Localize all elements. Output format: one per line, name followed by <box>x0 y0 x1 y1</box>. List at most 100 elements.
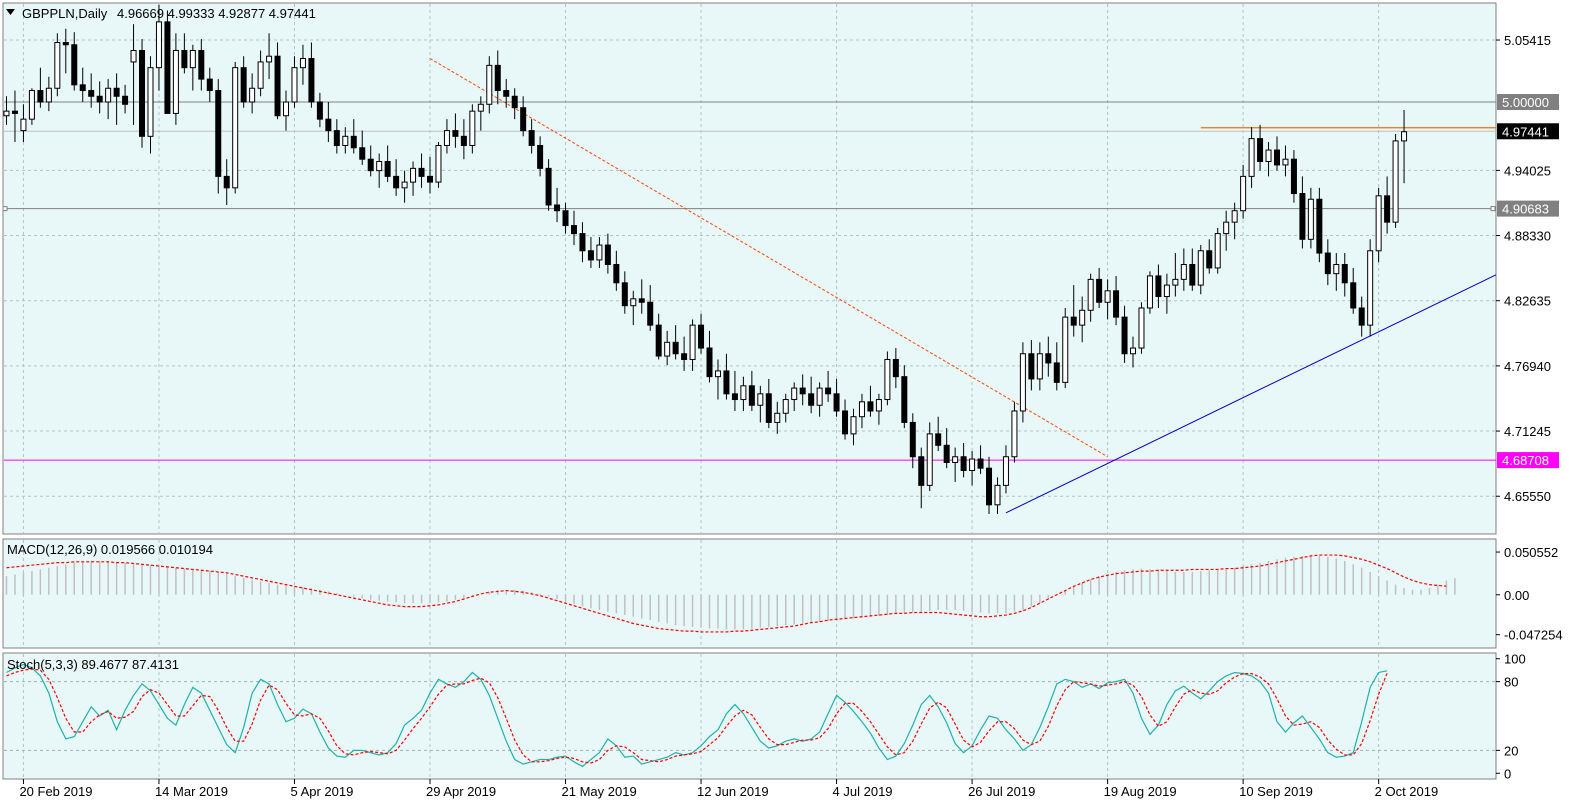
candle <box>1138 302 1145 354</box>
candle-body-bull <box>875 399 882 412</box>
candle-body-bull <box>1240 175 1247 212</box>
candle-body-bear <box>731 393 738 401</box>
candle-body-bear <box>384 160 391 177</box>
candle-body-bear <box>1113 290 1120 318</box>
candle-body-bull <box>45 87 52 103</box>
stoch-axis: 100 80 20 0 <box>1496 652 1526 781</box>
candle-body-bull <box>486 64 493 105</box>
macd-axis: 0.050552 0.00 -0.047254 <box>1496 545 1563 643</box>
candle-body-bear <box>765 393 772 423</box>
candle <box>1062 307 1069 389</box>
candle-body-bear <box>1358 307 1365 326</box>
trading-chart[interactable]: 5.05415 4.94025 4.88330 4.82635 4.76940 4.712… <box>0 0 1571 807</box>
candle-body-bear <box>1121 316 1128 355</box>
candle-body-bear <box>672 341 679 355</box>
candle-body-bull <box>816 387 823 406</box>
price-tick-label-6: 4.65550 <box>1504 489 1551 504</box>
candle-body-bear <box>164 21 171 114</box>
candle-body-bear <box>960 456 967 471</box>
candle-body-bear <box>1274 149 1280 166</box>
candle-body-bear <box>1350 282 1357 309</box>
candle-body-bull <box>1367 250 1374 326</box>
macd-tick-label-0: 0.050552 <box>1504 545 1558 560</box>
macd-title: MACD(12,26,9) 0.019566 0.010194 <box>7 542 213 557</box>
candle-body-bull <box>1036 353 1043 380</box>
candle-body-bull <box>774 412 781 423</box>
candle-body-bear <box>1299 193 1306 240</box>
candle-body-bear <box>570 225 577 235</box>
candle <box>1214 227 1221 274</box>
candle-body-bear <box>79 84 86 92</box>
candle-body-bull <box>884 358 891 401</box>
price-tick-label-2: 4.88330 <box>1504 229 1551 244</box>
candle-body-bear <box>494 64 501 92</box>
candle-body-bear <box>562 210 569 227</box>
candle-body-bull <box>1231 210 1238 223</box>
candle-body-bull <box>1392 140 1399 223</box>
candle-body-bull <box>155 21 162 69</box>
candle-body-bear <box>825 387 832 395</box>
candle-body-bull <box>1138 307 1145 349</box>
price-label-gray: 4.90683 <box>1502 202 1549 217</box>
time-tick-label-2: 5 Apr 2019 <box>290 784 353 799</box>
candle-body-bear <box>528 130 535 146</box>
candle-body-bear <box>452 130 459 137</box>
time-tick-label-0: 20 Feb 2019 <box>19 784 92 799</box>
time-tick-label-1: 14 Mar 2019 <box>155 784 228 799</box>
candle-body-bear <box>723 370 730 395</box>
candle-body-bear <box>579 233 586 252</box>
candle-body-bear <box>96 95 103 103</box>
time-tick-label-10: 2 Oct 2019 <box>1375 784 1439 799</box>
macd-tick-label-2: -0.047254 <box>1504 628 1563 643</box>
candle-body-bull <box>714 370 721 378</box>
candle-body-bear <box>587 250 594 261</box>
candle-body-bull <box>689 324 696 360</box>
stoch-tick-label-1: 80 <box>1504 675 1518 690</box>
candle-body-bear <box>223 175 230 189</box>
candle-body-bull <box>232 67 239 189</box>
candle-body-bear <box>808 393 815 406</box>
candle-body-bull <box>299 58 306 69</box>
candle-body-bear <box>799 387 806 395</box>
price-label-current: 4.97441 <box>1502 124 1549 139</box>
candle-body-bull <box>1180 263 1187 280</box>
candle-body-bear <box>935 433 942 446</box>
candle <box>435 142 442 188</box>
candle-body-bear <box>215 90 222 177</box>
candle-body-bull <box>410 167 417 183</box>
candle-body-bull <box>630 298 637 307</box>
candle-body-bear <box>706 347 713 378</box>
candle-body-bear <box>1384 195 1391 223</box>
time-tick-label-5: 12 Jun 2019 <box>697 784 769 799</box>
candle-body-bear <box>1341 263 1348 284</box>
candle-body-bull <box>342 135 349 146</box>
candle-body-bear <box>359 147 366 160</box>
candle-body-bear <box>240 67 247 103</box>
candle-body-bull <box>757 393 764 406</box>
candle-body-bull <box>28 90 35 120</box>
candle-body-bear <box>1316 198 1323 254</box>
time-tick-label-9: 10 Sep 2019 <box>1239 784 1313 799</box>
price-tick-label-1: 4.94025 <box>1504 163 1551 178</box>
candle-body-bull <box>1265 149 1272 162</box>
candle <box>1392 134 1399 228</box>
symbol-label: GBPPLN,Daily <box>22 6 108 21</box>
candle-body-bear <box>1155 275 1162 298</box>
candle-body-bull <box>130 49 137 63</box>
candle-body-bull <box>791 387 798 401</box>
time-axis: 20 Feb 2019 14 Mar 2019 5 Apr 2019 29 Apr 2… <box>19 779 1438 799</box>
macd-tick-label-1: 0.00 <box>1504 588 1529 603</box>
candle <box>164 10 171 114</box>
candle-body-bull <box>189 49 196 69</box>
candle-body-bear <box>748 385 755 406</box>
candle-body-bear <box>427 175 433 183</box>
candle-body-bear <box>977 458 984 469</box>
candle-body-bull <box>1130 347 1137 355</box>
candle <box>139 39 146 148</box>
candle-body-bull <box>1214 233 1221 269</box>
candle-body-bear <box>833 393 840 412</box>
candle-body-bear <box>520 107 527 132</box>
candle-body-bear <box>1053 362 1060 383</box>
candle-body-bull <box>1002 456 1009 486</box>
candle-body-bull <box>469 110 476 146</box>
